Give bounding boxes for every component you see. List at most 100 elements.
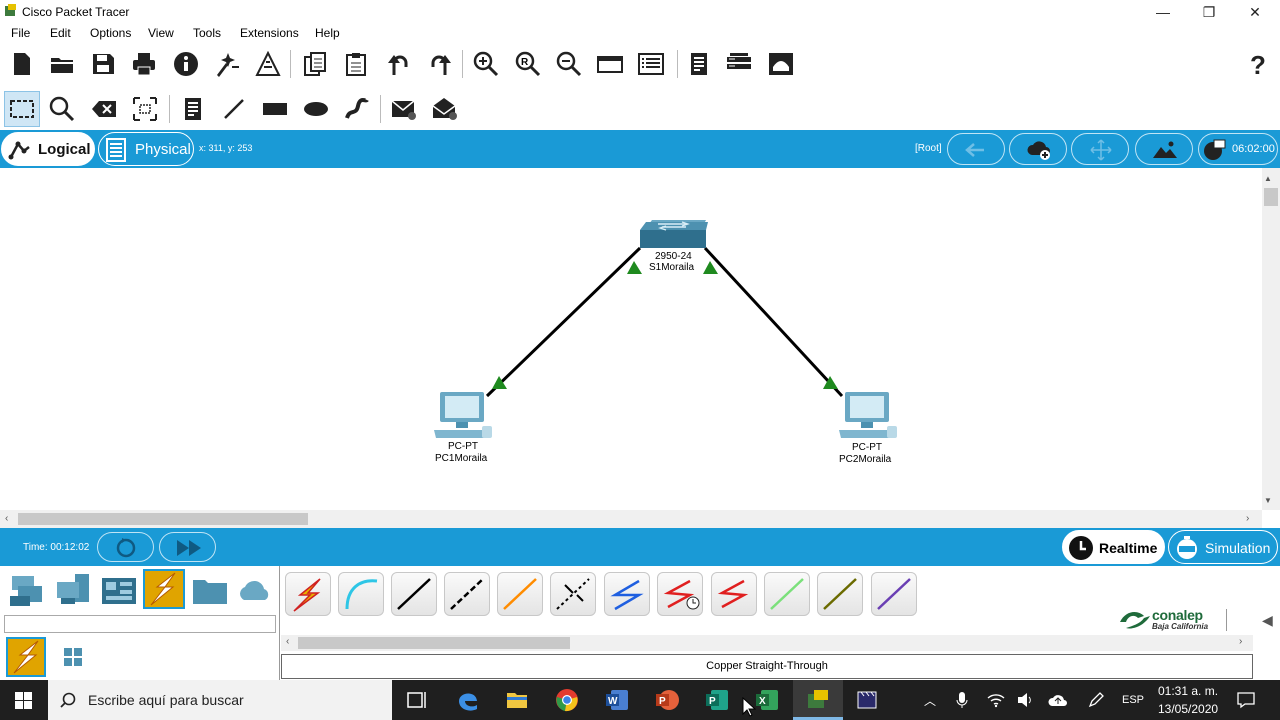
new-cluster-button[interactable] xyxy=(1009,133,1067,165)
microphone-icon[interactable] xyxy=(956,691,968,709)
menu-edit[interactable]: Edit xyxy=(50,26,71,40)
taskbar-time[interactable]: 01:31 a. m. xyxy=(1158,684,1218,698)
resize-icon[interactable] xyxy=(132,96,158,122)
cable-console[interactable] xyxy=(338,572,384,616)
notifications-icon[interactable] xyxy=(1237,691,1255,709)
wifi-icon[interactable] xyxy=(987,692,1005,708)
freeform-icon[interactable] xyxy=(344,96,370,122)
zoom-in-icon[interactable] xyxy=(473,51,499,77)
grid-view-icon[interactable] xyxy=(62,646,84,668)
taskbar-date[interactable]: 13/05/2020 xyxy=(1158,702,1218,716)
cable-coaxial[interactable] xyxy=(604,572,650,616)
tray-expand-icon[interactable]: ︿ xyxy=(924,692,936,709)
info-icon[interactable] xyxy=(173,51,199,77)
draw-rectangle-icon[interactable] xyxy=(262,96,288,122)
menu-help[interactable]: Help xyxy=(315,26,340,40)
simulation-tab[interactable]: Simulation xyxy=(1168,530,1278,564)
restore-button[interactable]: ❐ xyxy=(1186,2,1232,22)
edge-browser-icon[interactable] xyxy=(456,688,480,712)
packet-tracer-taskbar-icon[interactable] xyxy=(806,688,830,712)
pc-pc2moraila[interactable] xyxy=(837,390,899,442)
viewport-button[interactable]: 06:02:00 xyxy=(1198,133,1278,165)
connection-scroll-thumb[interactable] xyxy=(298,637,570,649)
panel-collapse-icon[interactable]: ◀ xyxy=(1262,612,1273,629)
cable-copper-straight-through[interactable] xyxy=(391,572,437,616)
components-icon[interactable] xyxy=(100,574,138,608)
fast-forward-button[interactable] xyxy=(159,532,216,562)
menu-file[interactable]: File xyxy=(11,26,30,40)
word-icon[interactable]: W xyxy=(605,688,629,712)
cable-usb[interactable] xyxy=(871,572,917,616)
set-background-button[interactable] xyxy=(1135,133,1193,165)
network-devices-icon[interactable] xyxy=(8,572,46,608)
paste-icon[interactable] xyxy=(343,51,369,77)
zoom-out-icon[interactable] xyxy=(556,51,582,77)
cable-serial-dce[interactable] xyxy=(657,572,703,616)
windows-start-icon[interactable] xyxy=(15,692,32,709)
scroll-left-icon[interactable]: ‹ xyxy=(5,513,8,524)
cable-phone[interactable] xyxy=(550,572,596,616)
multiuser-icon[interactable] xyxy=(236,574,274,606)
horizontal-scroll-thumb[interactable] xyxy=(18,513,308,525)
drawing-palette-icon[interactable] xyxy=(597,51,623,77)
back-button[interactable] xyxy=(947,133,1005,165)
cable-octal[interactable] xyxy=(764,572,810,616)
cable-copper-cross-over[interactable] xyxy=(444,572,490,616)
draw-ellipse-icon[interactable] xyxy=(303,96,329,122)
zoom-reset-icon[interactable]: R xyxy=(515,51,541,77)
print-icon[interactable] xyxy=(131,51,157,77)
inspect-icon[interactable] xyxy=(49,96,75,122)
menu-tools[interactable]: Tools xyxy=(193,26,221,40)
help-icon[interactable]: ? xyxy=(1245,51,1271,77)
taskbar-search-box[interactable]: Escribe aquí para buscar xyxy=(48,680,392,720)
chrome-icon[interactable] xyxy=(555,688,579,712)
language-indicator[interactable]: ESP xyxy=(1122,694,1144,706)
connections-category[interactable] xyxy=(143,569,185,609)
new-icon[interactable] xyxy=(9,51,35,77)
pc-pc1moraila[interactable] xyxy=(432,390,494,442)
menu-view[interactable]: View xyxy=(148,26,174,40)
horizontal-scrollbar[interactable]: ‹ › xyxy=(0,510,1262,528)
scroll-up-icon[interactable]: ▲ xyxy=(1264,174,1272,183)
scroll-right-icon[interactable]: › xyxy=(1246,513,1249,524)
select-icon[interactable] xyxy=(9,96,35,122)
cable-automatic[interactable] xyxy=(285,572,331,616)
add-complex-pdu-icon[interactable] xyxy=(432,96,458,122)
logical-tab[interactable]: Logical xyxy=(1,132,95,166)
save-icon[interactable] xyxy=(90,51,116,77)
conn-scroll-right-icon[interactable]: › xyxy=(1239,636,1242,647)
network-wizard-icon[interactable] xyxy=(214,51,240,77)
powerpoint-icon[interactable]: P xyxy=(655,688,679,712)
task-view-icon[interactable] xyxy=(405,688,429,712)
pen-icon[interactable] xyxy=(1087,691,1105,709)
switch-s1moraila[interactable] xyxy=(636,216,712,254)
place-note-icon[interactable] xyxy=(180,96,206,122)
onedrive-icon[interactable] xyxy=(1048,692,1068,708)
cable-fiber[interactable] xyxy=(497,572,543,616)
connection-scrollbar[interactable]: ‹ › xyxy=(281,635,1253,651)
volume-icon[interactable] xyxy=(1017,692,1035,708)
open-icon[interactable] xyxy=(49,51,75,77)
conn-scroll-left-icon[interactable]: ‹ xyxy=(286,636,289,647)
scroll-down-icon[interactable]: ▼ xyxy=(1264,496,1272,505)
add-simple-pdu-icon[interactable] xyxy=(391,96,417,122)
miscellaneous-icon[interactable] xyxy=(191,574,229,606)
move-object-button[interactable] xyxy=(1071,133,1129,165)
activity-wizard-icon[interactable] xyxy=(255,51,281,77)
close-button[interactable]: ✕ xyxy=(1232,2,1278,22)
file-explorer-icon[interactable] xyxy=(505,688,529,712)
custom-device-icon[interactable] xyxy=(638,51,664,77)
cable-serial-dte[interactable] xyxy=(711,572,757,616)
redo-icon[interactable] xyxy=(427,51,453,77)
connections-subcategory[interactable] xyxy=(6,637,46,677)
notes-icon[interactable] xyxy=(686,51,712,77)
publisher-icon[interactable]: P xyxy=(705,688,729,712)
ipc-icon[interactable] xyxy=(768,51,794,77)
excel-icon[interactable]: X xyxy=(755,688,779,712)
physical-tab[interactable]: Physical xyxy=(98,132,194,166)
cable-iot-custom[interactable] xyxy=(817,572,863,616)
pdu-list-icon[interactable] xyxy=(726,51,752,77)
delete-icon[interactable] xyxy=(91,96,117,122)
video-editor-icon[interactable] xyxy=(855,688,879,712)
undo-icon[interactable] xyxy=(386,51,412,77)
